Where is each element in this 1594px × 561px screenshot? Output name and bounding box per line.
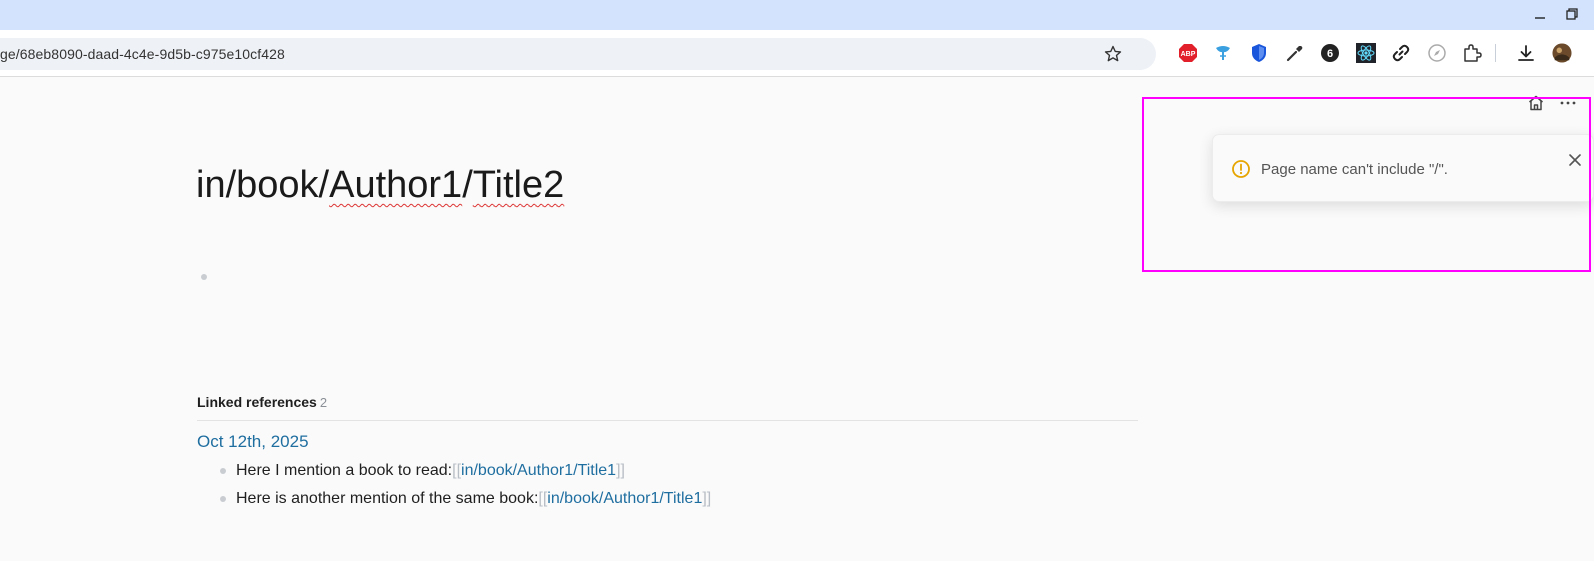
page-reference-link[interactable]: in/book/Author1/Title1 bbox=[547, 490, 702, 508]
link-open-brackets: [[ bbox=[538, 490, 548, 507]
puzzle-icon[interactable] bbox=[1462, 43, 1482, 63]
page-title[interactable]: in/book/Author1/Title2 bbox=[196, 164, 564, 207]
toast-message: Page name can't include "/". bbox=[1261, 161, 1448, 178]
react-devtools-icon[interactable] bbox=[1356, 43, 1376, 63]
reference-text: Here I mention a book to read: bbox=[236, 462, 453, 479]
address-bar[interactable]: ge/68eb8090-daad-4c4e-9d5b-c975e10cf428 bbox=[0, 38, 1156, 70]
restore-icon[interactable] bbox=[1561, 4, 1583, 24]
eyedropper-icon[interactable] bbox=[1285, 43, 1305, 63]
adblock-plus-icon[interactable]: ABP bbox=[1178, 43, 1198, 63]
six-icon[interactable]: 6 bbox=[1320, 43, 1340, 63]
home-icon[interactable] bbox=[1525, 92, 1547, 114]
linked-references-label: Linked references bbox=[197, 394, 317, 410]
journal-date-link[interactable]: Oct 12th, 2025 bbox=[197, 432, 309, 452]
avatar-icon[interactable] bbox=[1552, 43, 1572, 63]
minimize-icon[interactable] bbox=[1529, 4, 1551, 24]
empty-block-bullet[interactable] bbox=[201, 274, 207, 280]
references-divider bbox=[197, 420, 1138, 421]
compass-icon[interactable] bbox=[1427, 43, 1447, 63]
reference-block[interactable]: Here I mention a book to read: [[ in/boo… bbox=[220, 462, 625, 480]
svg-text:6: 6 bbox=[1327, 48, 1333, 60]
bookmark-star-icon[interactable] bbox=[1103, 44, 1123, 64]
link-close-brackets: ]] bbox=[702, 490, 712, 507]
translate-icon[interactable] bbox=[1213, 43, 1233, 63]
reference-text: Here is another mention of the same book… bbox=[236, 490, 539, 507]
page-title-slash: / bbox=[462, 164, 473, 206]
link-open-brackets: [[ bbox=[452, 462, 462, 479]
shield-icon[interactable] bbox=[1249, 43, 1269, 63]
block-bullet[interactable] bbox=[220, 496, 226, 502]
linked-references-header[interactable]: Linked references 2 bbox=[197, 394, 327, 410]
warning-toast: Page name can't include "/". bbox=[1212, 134, 1594, 202]
browser-toolbar: ge/68eb8090-daad-4c4e-9d5b-c975e10cf428 bbox=[0, 30, 1594, 77]
page-title-name: Title2 bbox=[472, 164, 565, 206]
block-bullet[interactable] bbox=[220, 468, 226, 474]
linked-references-count: 2 bbox=[319, 395, 328, 410]
reference-block[interactable]: Here is another mention of the same book… bbox=[220, 490, 711, 508]
toolbar-separator bbox=[1495, 44, 1496, 62]
warning-icon bbox=[1231, 159, 1251, 179]
svg-text:ABP: ABP bbox=[1181, 51, 1196, 58]
close-icon[interactable] bbox=[1566, 151, 1584, 169]
link-close-brackets: ]] bbox=[616, 462, 625, 479]
url-text: ge/68eb8090-daad-4c4e-9d5b-c975e10cf428 bbox=[0, 46, 285, 62]
more-options-icon[interactable] bbox=[1557, 92, 1579, 114]
page-title-author: Author1 bbox=[329, 164, 463, 206]
page-reference-link[interactable]: in/book/Author1/Title1 bbox=[461, 462, 616, 480]
link-icon[interactable] bbox=[1391, 43, 1411, 63]
browser-title-bar bbox=[0, 0, 1594, 30]
page-title-prefix: in/book/ bbox=[196, 164, 330, 206]
download-icon[interactable] bbox=[1516, 43, 1536, 63]
